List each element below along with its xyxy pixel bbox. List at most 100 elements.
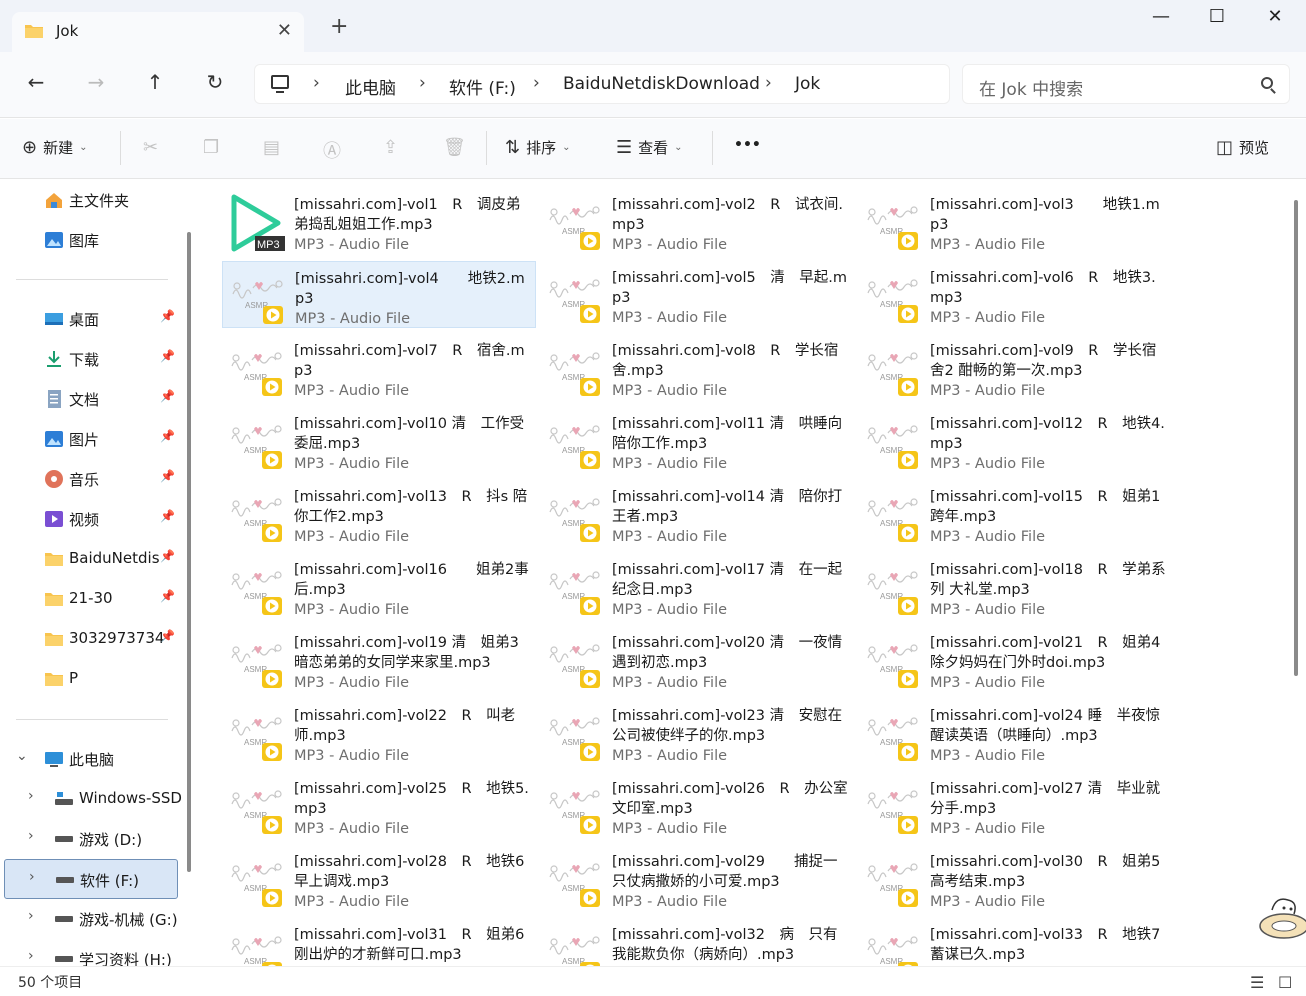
sidebar-item-gallery[interactable]: 图库 [0,220,180,260]
cut-button[interactable]: ✂ [143,137,158,158]
sidebar-item-p[interactable]: P [0,659,180,699]
file-tile[interactable]: ASMR [missahri.com]-vol23 清 安慰在公司被使绊子的你.m… [540,699,854,766]
sidebar-item-drive-g[interactable]: › 游戏-机械 (G:) [0,899,180,939]
file-tile[interactable]: ASMR [missahri.com]-vol7 R 宿舍.mp3 MP3 - Au… [222,334,536,401]
file-tile[interactable]: ASMR [missahri.com]-vol21 R 姐弟4除夕妈妈在门外时do… [858,626,1172,693]
paste-button[interactable]: ▤ [263,137,280,158]
sidebar-item-drive-f[interactable]: › 软件 (F:) [4,859,178,899]
forward-button[interactable]: → [78,70,114,100]
chevron-right-icon[interactable]: › [28,788,34,804]
file-tile[interactable]: ASMR [missahri.com]-vol13 R 抖s 陪你工作2.mp3 M… [222,480,536,547]
file-tile[interactable]: ASMR [missahri.com]-vol29 捕捉一只仗病撒娇的小可爱.mp… [540,845,854,912]
sidebar-item-desktop[interactable]: 桌面 📌 [0,299,180,339]
pin-icon[interactable]: 📌 [160,429,175,443]
file-tile[interactable]: ASMR [missahri.com]-vol27 清 毕业就分手.mp3 MP3 … [858,772,1172,839]
copy-button[interactable]: ❐ [203,137,219,158]
close-window-button[interactable]: ✕ [1252,6,1298,34]
close-tab-icon[interactable]: ✕ [277,20,292,41]
breadcrumb-drive-f[interactable]: 软件 (F:) [449,74,516,99]
file-tile[interactable]: ASMR[missahri.com]-vol33 R 地铁7蓄谋已久.mp3MP… [858,918,1172,966]
view-button[interactable]: ☰ 查看 ⌄ [616,137,683,158]
content-scrollbar[interactable] [1294,200,1298,676]
file-tile[interactable]: ASMR [missahri.com]-vol28 R 地铁6早上调戏.mp3 MP… [222,845,536,912]
sidebar-item-21-30[interactable]: 21-30 📌 [0,579,180,619]
details-view-icon[interactable]: ☰ [1250,973,1264,992]
chevron-right-icon[interactable]: › [29,869,35,885]
file-tile[interactable]: ASMR [missahri.com]-vol12 R 地铁4.mp3 MP3 - … [858,407,1172,474]
file-tile[interactable]: ASMR [missahri.com]-vol15 R 姐弟1跨年.mp3 MP3 … [858,480,1172,547]
share-button[interactable]: ⇪ [383,137,398,158]
breadcrumb-jok[interactable]: Jok [795,74,820,94]
pin-icon[interactable]: 📌 [160,629,175,643]
rename-button[interactable]: Ⓐ [323,137,341,163]
sidebar-item-documents[interactable]: 文档 📌 [0,379,180,419]
more-button[interactable]: ••• [734,137,761,153]
sidebar-item-this-pc[interactable]: ⌄ 此电脑 [0,739,180,779]
chevron-down-icon[interactable]: ⌄ [16,748,28,764]
file-tile[interactable]: MP3 [missahri.com]-vol1 R 调皮弟弟捣乱姐姐工作.mp3 M… [222,188,536,255]
breadcrumb-chevron-icon[interactable]: › [313,73,320,93]
file-tile[interactable]: ASMR [missahri.com]-vol25 R 地铁5.mp3 MP3 - … [222,772,536,839]
file-tile[interactable]: ASMR [missahri.com]-vol8 R 学长宿舍.mp3 MP3 - … [540,334,854,401]
chevron-right-icon[interactable]: › [28,908,34,924]
file-tile[interactable]: ASMR [missahri.com]-vol4 地铁2.mp3 MP3 - Aud… [222,261,536,328]
file-tile[interactable]: ASMR [missahri.com]-vol11 清 哄睡向陪你工作.mp3 MP… [540,407,854,474]
file-tile[interactable]: ASMR [missahri.com]-vol10 清 工作受委屈.mp3 MP3 … [222,407,536,474]
refresh-button[interactable]: ↻ [197,70,233,100]
address-bar[interactable]: › 此电脑 › 软件 (F:) › BaiduNetdiskDownload ›… [254,64,950,104]
this-pc-icon[interactable] [271,75,289,93]
file-tile[interactable]: ASMR [missahri.com]-vol5 清 早起.mp3 MP3 - Au… [540,261,854,328]
breadcrumb-chevron-icon[interactable]: › [533,73,540,93]
tiles-view-icon[interactable]: ☐ [1278,973,1292,992]
file-tile[interactable]: ASMR [missahri.com]-vol6 R 地铁3.mp3 MP3 - A… [858,261,1172,328]
new-button[interactable]: ⊕ 新建 ⌄ [22,137,88,158]
sidebar-scrollbar[interactable] [187,232,191,872]
search-input[interactable]: 在 Jok 中搜索 [979,75,1083,100]
maximize-button[interactable]: ☐ [1194,6,1240,34]
pin-icon[interactable]: 📌 [160,469,175,483]
file-tile[interactable]: ASMR [missahri.com]-vol24 睡 半夜惊醒读英语（哄睡向）.… [858,699,1172,766]
breadcrumb-chevron-icon[interactable]: › [765,73,772,93]
file-tile[interactable]: ASMR [missahri.com]-vol9 R 学长宿舍2 酣畅的第一次.m… [858,334,1172,401]
sidebar-item-drive-d[interactable]: › 游戏 (D:) [0,819,180,859]
chevron-right-icon[interactable]: › [28,948,34,964]
tab-jok[interactable]: Jok ✕ [12,12,304,52]
back-button[interactable]: ← [18,70,54,100]
chevron-right-icon[interactable]: › [28,828,34,844]
sidebar-item-drive-h[interactable]: › 学习资料 (H:) [0,939,180,966]
file-tile[interactable]: ASMR [missahri.com]-vol22 R 叫老师.mp3 MP3 - … [222,699,536,766]
file-tile[interactable]: ASMR [missahri.com]-vol26 R 办公室文印室.mp3 MP3… [540,772,854,839]
file-tile[interactable]: ASMR [missahri.com]-vol32 病 只有我能欺负你（病娇向）.… [540,918,854,966]
file-tile[interactable]: ASMR [missahri.com]-vol20 清 一夜情遇到初恋.mp3 MP… [540,626,854,693]
file-tile[interactable]: ASMR [missahri.com]-vol18 R 学弟系列 大礼堂.mp3 M… [858,553,1172,620]
file-tile[interactable]: ASMR [missahri.com]-vol17 清 在一起纪念日.mp3 MP3… [540,553,854,620]
file-tile[interactable]: ASMR [missahri.com]-vol14 清 陪你打王者.mp3 MP3 … [540,480,854,547]
search-box[interactable]: 在 Jok 中搜索 [962,64,1290,104]
sidebar-item-downloads[interactable]: 下载 📌 [0,339,180,379]
pin-icon[interactable]: 📌 [160,589,175,603]
file-tile[interactable]: ASMR [missahri.com]-vol2 R 试衣间.mp3 MP3 - A… [540,188,854,255]
up-button[interactable]: ↑ [137,70,173,100]
sidebar-item-windows-ssd[interactable]: › Windows-SSD [0,779,182,819]
pin-icon[interactable]: 📌 [160,549,175,563]
sidebar-item-music[interactable]: 音乐 📌 [0,459,180,499]
delete-button[interactable]: 🗑 [443,137,466,158]
minimize-button[interactable]: — [1138,6,1184,34]
sort-button[interactable]: ⇅ 排序 ⌄ [505,137,571,158]
file-tile[interactable]: ASMR [missahri.com]-vol16 姐弟2事后.mp3 MP3 - … [222,553,536,620]
file-tile[interactable]: ASMR [missahri.com]-vol31 R 姐弟6刚出炉的才新鲜可口.… [222,918,536,966]
pin-icon[interactable]: 📌 [160,389,175,403]
pin-icon[interactable]: 📌 [160,509,175,523]
sidebar-item-baidunetdisk[interactable]: BaiduNetdis 📌 [0,539,180,579]
sidebar-item-pictures[interactable]: 图片 📌 [0,419,180,459]
file-tile[interactable]: ASMR [missahri.com]-vol19 清 姐弟3暗恋弟弟的女同学来家… [222,626,536,693]
sidebar-item-3032973734[interactable]: 3032973734 📌 [0,619,180,659]
file-tile[interactable]: ASMR [missahri.com]-vol30 R 姐弟5高考结束.mp3 MP… [858,845,1172,912]
breadcrumb-baidunetdiskdownload[interactable]: BaiduNetdiskDownload [563,74,760,94]
file-tile[interactable]: ASMR [missahri.com]-vol3 地铁1.mp3 MP3 - Aud… [858,188,1172,255]
pin-icon[interactable]: 📌 [160,309,175,323]
preview-button[interactable]: ◫ 预览 [1216,137,1269,158]
breadcrumb-chevron-icon[interactable]: › [419,73,426,93]
sidebar-item-videos[interactable]: 视频 📌 [0,499,180,539]
new-tab-button[interactable]: + [330,16,348,38]
